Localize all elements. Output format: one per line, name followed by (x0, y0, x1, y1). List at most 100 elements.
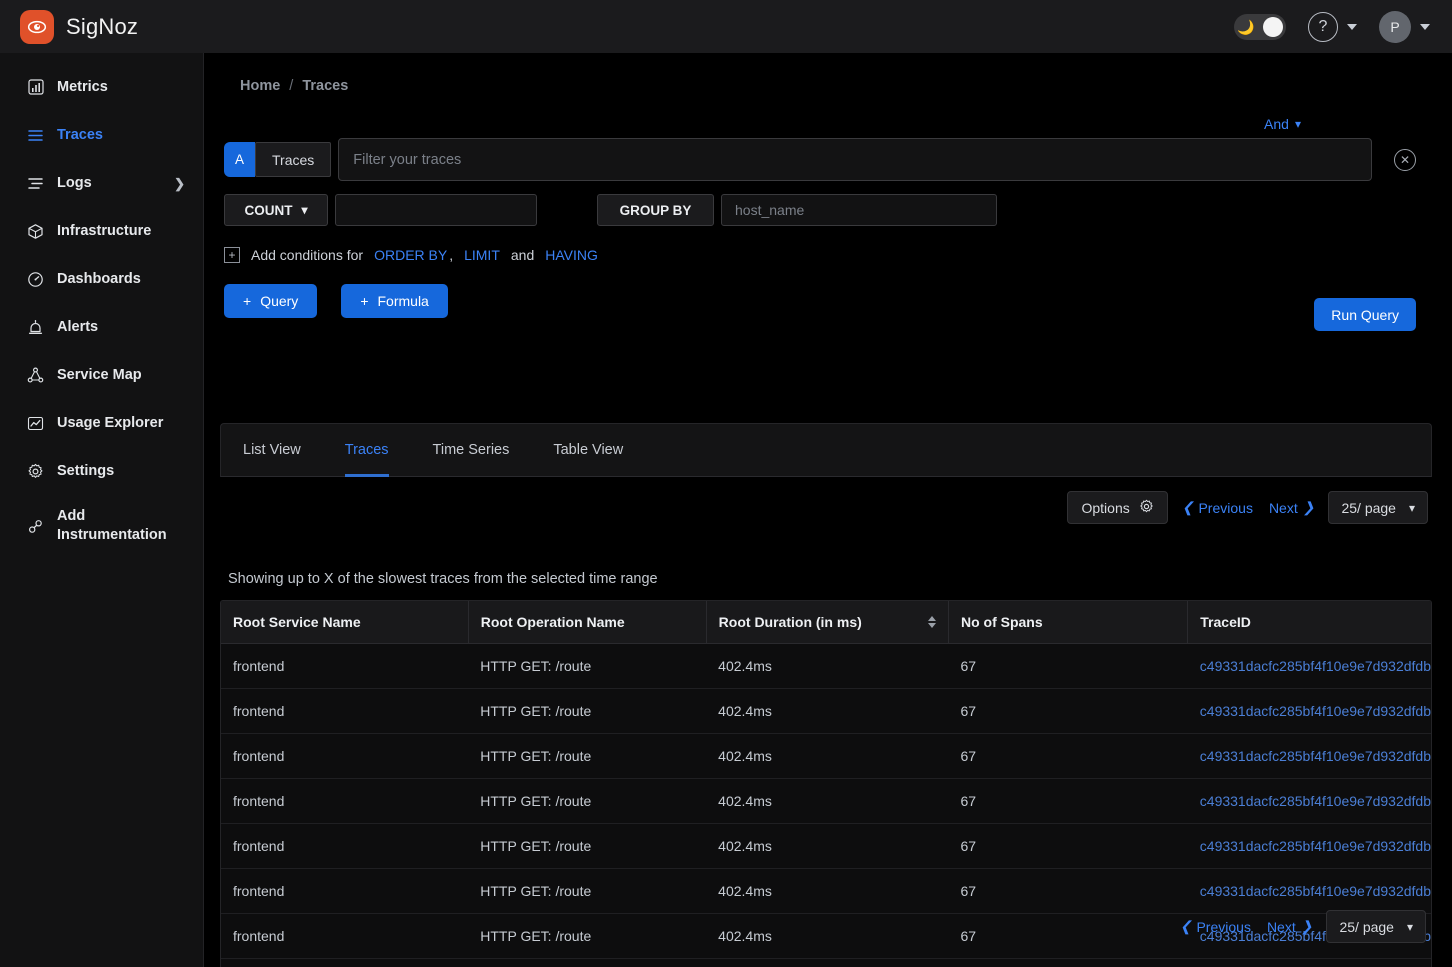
sidebar-item-service-map[interactable]: Service Map (0, 351, 203, 399)
cell-trace-id[interactable]: c49331dacfc285bf4f10e9e7d932dfdb (1188, 779, 1431, 824)
cell-duration: 402.4ms (706, 734, 948, 779)
sidebar: Metrics Traces Logs ❯ Infrastructure Das… (0, 53, 204, 967)
sidebar-item-dashboards[interactable]: Dashboards (0, 255, 203, 303)
and-operator-dropdown[interactable]: And ▾ (1264, 116, 1301, 132)
cell-operation: HTTP GET: /route (468, 824, 706, 869)
aggregation-select[interactable]: COUNT ▾ (224, 194, 328, 226)
sidebar-item-add-instrumentation[interactable]: Add Instrumentation (0, 495, 203, 557)
tab-table-view[interactable]: Table View (531, 424, 645, 476)
column-root-duration[interactable]: Root Duration (in ms) (706, 601, 948, 644)
cell-operation: HTTP GET: /route (468, 869, 706, 914)
cell-trace-id[interactable]: c49331dacfc285bf4f10e9e7d932dfdb (1188, 734, 1431, 779)
cell-spans: 67 (948, 869, 1187, 914)
page-size-select[interactable]: 25/ page ▾ (1326, 910, 1426, 943)
cell-trace-id[interactable]: c49331dacfc285bf4f10e9e7d932dfdb (1188, 824, 1431, 869)
brand-name: SigNoz (66, 14, 138, 40)
cell-trace-id[interactable]: c49331dacfc285bf4f10e9e7d932dfdb (1188, 869, 1431, 914)
sidebar-item-label: Usage Explorer (57, 414, 185, 433)
plug-icon (27, 518, 44, 535)
aggregation-attribute-input[interactable] (335, 194, 537, 226)
breadcrumb-current: Traces (302, 78, 348, 94)
previous-page-button[interactable]: ❮ Previous (1182, 499, 1253, 516)
table-row[interactable]: frontend HTTP GET: /route 402.4ms 67 c49… (221, 959, 1431, 967)
close-circle-icon[interactable]: ✕ (1394, 149, 1416, 171)
user-menu[interactable]: P (1379, 11, 1430, 43)
chevron-right-icon: ❯ (1301, 918, 1313, 935)
view-tabs: List View Traces Time Series Table View (220, 423, 1432, 477)
page-size-label: 25/ page (1339, 919, 1394, 935)
query-builder-actions: + Query + Formula (224, 284, 1416, 318)
run-query-button[interactable]: Run Query (1314, 298, 1416, 331)
previous-page-button[interactable]: ❮ Previous (1180, 918, 1251, 935)
limit-link[interactable]: LIMIT (464, 247, 500, 263)
table-row[interactable]: frontend HTTP GET: /route 402.4ms 67 c49… (221, 689, 1431, 734)
conditions-comma: , (449, 247, 453, 263)
sidebar-item-infrastructure[interactable]: Infrastructure (0, 207, 203, 255)
table-row[interactable]: frontend HTTP GET: /route 402.4ms 67 c49… (221, 869, 1431, 914)
sidebar-item-logs[interactable]: Logs ❯ (0, 159, 203, 207)
cell-trace-id[interactable]: c49331dacfc285bf4f10e9e7d932dfdb (1188, 689, 1431, 734)
chevron-right-icon[interactable]: ❯ (174, 177, 185, 190)
and-row: And ▾ (224, 116, 1416, 132)
column-root-operation-name[interactable]: Root Operation Name (468, 601, 706, 644)
breadcrumb-separator: / (289, 78, 293, 94)
add-query-button[interactable]: + Query (224, 284, 317, 318)
sidebar-item-settings[interactable]: Settings (0, 447, 203, 495)
avatar: P (1379, 11, 1411, 43)
cell-duration: 402.4ms (706, 914, 948, 959)
table-row[interactable]: frontend HTTP GET: /route 402.4ms 67 c49… (221, 734, 1431, 779)
add-formula-label: Formula (378, 293, 429, 309)
cube-icon (27, 223, 44, 240)
sidebar-item-metrics[interactable]: Metrics (0, 63, 203, 111)
cell-operation: HTTP GET: /route (468, 959, 706, 967)
query-badge-a[interactable]: A (224, 142, 255, 177)
cell-duration: 402.4ms (706, 644, 948, 689)
cell-spans: 67 (948, 959, 1187, 967)
filter-input[interactable]: Filter your traces (338, 138, 1372, 181)
table-row[interactable]: frontend HTTP GET: /route 402.4ms 67 c49… (221, 779, 1431, 824)
tab-list-view[interactable]: List View (221, 424, 323, 476)
sidebar-item-label: Metrics (57, 78, 185, 97)
having-link[interactable]: HAVING (545, 247, 598, 263)
sidebar-item-traces[interactable]: Traces (0, 111, 203, 159)
page-size-select[interactable]: 25/ page ▾ (1328, 491, 1428, 524)
brand[interactable]: SigNoz (0, 10, 205, 44)
cell-service: frontend (221, 779, 468, 824)
table-row[interactable]: frontend HTTP GET: /route 402.4ms 67 c49… (221, 644, 1431, 689)
next-page-button[interactable]: Next ❯ (1269, 499, 1315, 516)
cell-spans: 67 (948, 824, 1187, 869)
cell-duration: 402.4ms (706, 824, 948, 869)
main-content: Home / Traces And ▾ A Traces Filter your… (204, 53, 1452, 967)
options-label: Options (1081, 500, 1129, 516)
chevron-down-icon: ▾ (1407, 921, 1413, 933)
data-source-select[interactable]: Traces (255, 142, 331, 177)
column-no-of-spans[interactable]: No of Spans (948, 601, 1187, 644)
options-button[interactable]: Options (1067, 491, 1167, 524)
sidebar-item-usage-explorer[interactable]: Usage Explorer (0, 399, 203, 447)
table-row[interactable]: frontend HTTP GET: /route 402.4ms 67 c49… (221, 824, 1431, 869)
tab-traces[interactable]: Traces (323, 424, 411, 476)
help-menu[interactable]: ? (1308, 12, 1357, 42)
column-trace-id[interactable]: TraceID (1188, 601, 1431, 644)
question-circle-icon: ? (1308, 12, 1338, 42)
cell-service: frontend (221, 959, 468, 967)
previous-label: Previous (1196, 919, 1250, 935)
cell-spans: 67 (948, 734, 1187, 779)
sidebar-item-alerts[interactable]: Alerts (0, 303, 203, 351)
sort-updown-icon[interactable] (928, 616, 936, 628)
tab-time-series[interactable]: Time Series (411, 424, 532, 476)
add-formula-button[interactable]: + Formula (341, 284, 448, 318)
cell-trace-id[interactable]: c49331dacfc285bf4f10e9e7d932dfdb (1188, 959, 1431, 967)
column-root-service-name[interactable]: Root Service Name (221, 601, 468, 644)
chevron-left-icon: ❮ (1180, 918, 1192, 935)
cell-trace-id[interactable]: c49331dacfc285bf4f10e9e7d932dfdb (1188, 644, 1431, 689)
breadcrumb-home[interactable]: Home (240, 78, 280, 94)
theme-toggle[interactable]: 🌙 (1234, 14, 1286, 40)
order-by-link[interactable]: ORDER BY (374, 247, 447, 263)
next-page-button[interactable]: Next ❯ (1267, 918, 1313, 935)
group-by-input[interactable]: host_name (721, 194, 997, 226)
sidebar-item-label: Service Map (57, 366, 185, 385)
cell-operation: HTTP GET: /route (468, 914, 706, 959)
group-by-label: GROUP BY (597, 194, 714, 226)
plus-box-icon[interactable]: + (224, 247, 240, 263)
